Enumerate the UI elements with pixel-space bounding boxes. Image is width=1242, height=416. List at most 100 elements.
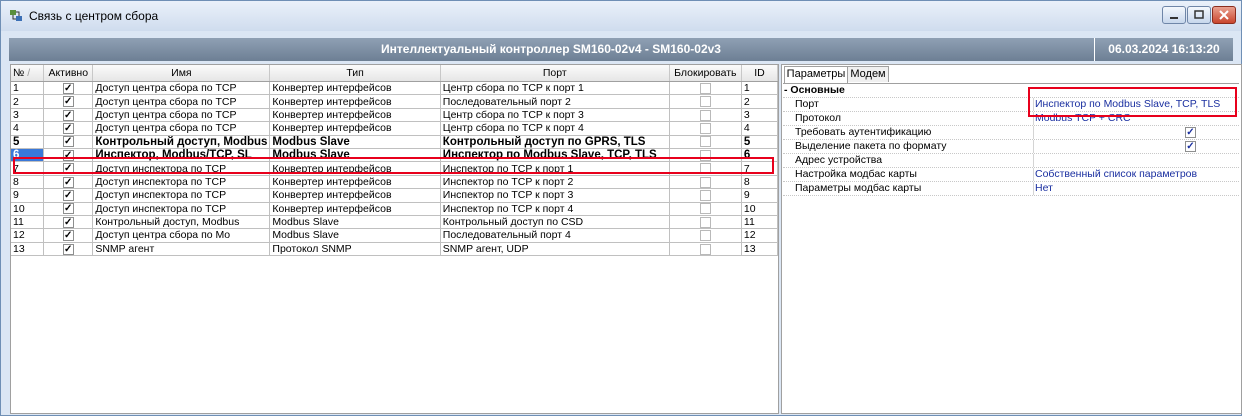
property-row[interactable]: Требовать аутентификацию ✓	[783, 126, 1239, 140]
block-checkbox[interactable]	[699, 176, 711, 188]
property-checkbox[interactable]: ✓	[1185, 141, 1196, 152]
block-checkbox[interactable]	[699, 230, 711, 242]
property-name: Протокол	[795, 112, 841, 124]
block-checkbox[interactable]	[699, 190, 711, 201]
cell-active[interactable]: ✓	[43, 228, 94, 243]
column-header-type[interactable]: Тип	[269, 65, 441, 82]
cell-type: Конвертер интерфейсов	[269, 202, 441, 216]
property-value[interactable]: Нет	[1035, 182, 1053, 195]
minimize-button[interactable]	[1162, 6, 1186, 24]
cell-active[interactable]: ✓	[43, 175, 94, 190]
active-checkbox[interactable]: ✓	[62, 136, 74, 148]
property-row[interactable]: Настройка модбас карты Собственный список…	[783, 168, 1239, 182]
table-row[interactable]: 10 ✓ Доступ инспектора по TCP Конвертер инт…	[11, 202, 779, 216]
table-row[interactable]: 3 ✓ Доступ центра сбора по TCP Конвертер ин…	[11, 108, 779, 123]
cell-block[interactable]	[669, 215, 742, 230]
window-title: Связь с центром сбора	[29, 9, 159, 23]
active-checkbox[interactable]: ✓	[62, 203, 74, 215]
column-header-name[interactable]: Имя	[92, 65, 271, 82]
cell-block[interactable]	[669, 228, 742, 243]
cell-type: Конвертер интерфейсов	[269, 121, 441, 136]
cell-block[interactable]	[669, 175, 742, 190]
table-row[interactable]: 12 ✓ Доступ центра сбора по Mo Modbus Slave…	[11, 228, 779, 243]
cell-active[interactable]: ✓	[43, 188, 94, 203]
table-row[interactable]: 11 ✓ Контрольный доступ, Modbus Modbus Slav…	[11, 215, 779, 230]
cell-id: 12	[741, 228, 779, 243]
cell-type: Протокол SNMP	[269, 242, 441, 257]
property-value[interactable]: Собственный список параметров	[1035, 168, 1197, 181]
cell-active[interactable]: ✓	[43, 135, 94, 149]
column-header-block[interactable]: Блокировать	[669, 65, 742, 82]
active-checkbox[interactable]: ✓	[62, 123, 74, 135]
cell-name: Доступ инспектора по TCP	[92, 202, 271, 216]
cell-block[interactable]	[669, 242, 742, 257]
cell-name: Доступ инспектора по TCP	[92, 175, 271, 190]
active-checkbox[interactable]: ✓	[62, 190, 74, 201]
cell-block[interactable]	[669, 188, 742, 203]
cell-block[interactable]	[669, 135, 742, 149]
cell-num: 3	[11, 108, 45, 123]
block-checkbox[interactable]	[699, 109, 711, 121]
active-checkbox[interactable]: ✓	[62, 230, 74, 242]
cell-block[interactable]	[669, 81, 742, 96]
column-header-active[interactable]: Активно	[43, 65, 94, 82]
property-name: Адрес устройства	[795, 154, 883, 166]
header-datetime: 06.03.2024 16:13:20	[1108, 42, 1220, 56]
property-row[interactable]: Параметры модбас карты Нет	[783, 182, 1239, 196]
block-checkbox[interactable]	[699, 243, 711, 255]
cell-active[interactable]: ✓	[43, 202, 94, 216]
tab-parameters[interactable]: Параметры	[784, 66, 848, 83]
property-row[interactable]: Выделение пакета по формату ✓	[783, 140, 1239, 154]
active-checkbox[interactable]: ✓	[62, 82, 74, 94]
maximize-button[interactable]	[1187, 6, 1211, 24]
cell-id: 3	[741, 108, 779, 123]
table-row[interactable]: 1 ✓ Доступ центра сбора по TCP Конвертер ин…	[11, 81, 779, 96]
property-name: Выделение пакета по формату	[795, 140, 947, 152]
cell-id: 9	[741, 188, 779, 203]
block-checkbox[interactable]	[699, 123, 711, 135]
cell-type: Конвертер интерфейсов	[269, 108, 441, 123]
block-checkbox[interactable]	[699, 82, 711, 94]
active-checkbox[interactable]: ✓	[62, 109, 74, 121]
active-checkbox[interactable]: ✓	[62, 96, 74, 108]
cell-name: Доступ центра сбора по TCP	[92, 121, 271, 136]
cell-id: 8	[741, 175, 779, 190]
block-checkbox[interactable]	[699, 96, 711, 108]
cell-num: 8	[11, 175, 45, 190]
block-checkbox[interactable]	[699, 203, 711, 215]
active-checkbox[interactable]: ✓	[62, 243, 74, 255]
property-name: Порт	[795, 98, 819, 110]
cell-active[interactable]: ✓	[43, 121, 94, 136]
cell-block[interactable]	[669, 94, 742, 109]
property-row[interactable]: Адрес устройства	[783, 154, 1239, 168]
column-header-id[interactable]: ID	[741, 65, 779, 82]
tab-modem[interactable]: Модем	[847, 66, 889, 82]
cell-type: Конвертер интерфейсов	[269, 175, 441, 190]
cell-active[interactable]: ✓	[43, 108, 94, 123]
cell-port: Инспектор по TCP к порт 3	[440, 188, 670, 203]
column-header-port[interactable]: Порт	[440, 65, 670, 82]
cell-active[interactable]: ✓	[43, 81, 94, 96]
cell-active[interactable]: ✓	[43, 215, 94, 230]
table-row[interactable]: 13 ✓ SNMP агент Протокол SNMP SNMP агент, UD…	[11, 242, 779, 257]
table-row[interactable]: 8 ✓ Доступ инспектора по TCP Конвертер инте…	[11, 175, 779, 190]
cell-block[interactable]	[669, 108, 742, 123]
table-row[interactable]: 9 ✓ Доступ инспектора по TCP Конвертер инте…	[11, 188, 779, 203]
cell-active[interactable]: ✓	[43, 94, 94, 109]
cell-active[interactable]: ✓	[43, 242, 94, 257]
block-checkbox[interactable]	[699, 136, 711, 148]
cell-port: Контрольный доступ по CSD	[440, 215, 670, 230]
cell-num: 4	[11, 121, 45, 136]
cell-block[interactable]	[669, 121, 742, 136]
close-button[interactable]	[1212, 6, 1236, 24]
table-row[interactable]: 2 ✓ Доступ центра сбора по TCP Конвертер ин…	[11, 94, 779, 109]
block-checkbox[interactable]	[699, 216, 711, 228]
column-header-num[interactable]: № /	[11, 65, 45, 82]
cell-port: Последовательный порт 2	[440, 94, 670, 109]
cell-block[interactable]	[669, 202, 742, 216]
property-checkbox[interactable]: ✓	[1185, 127, 1196, 138]
active-checkbox[interactable]: ✓	[62, 176, 74, 188]
active-checkbox[interactable]: ✓	[62, 216, 74, 228]
table-row[interactable]: 5 ✓ Контрольный доступ, Modbus Modbus Slave…	[11, 135, 779, 149]
table-row[interactable]: 4 ✓ Доступ центра сбора по TCP Конвертер ин…	[11, 121, 779, 136]
